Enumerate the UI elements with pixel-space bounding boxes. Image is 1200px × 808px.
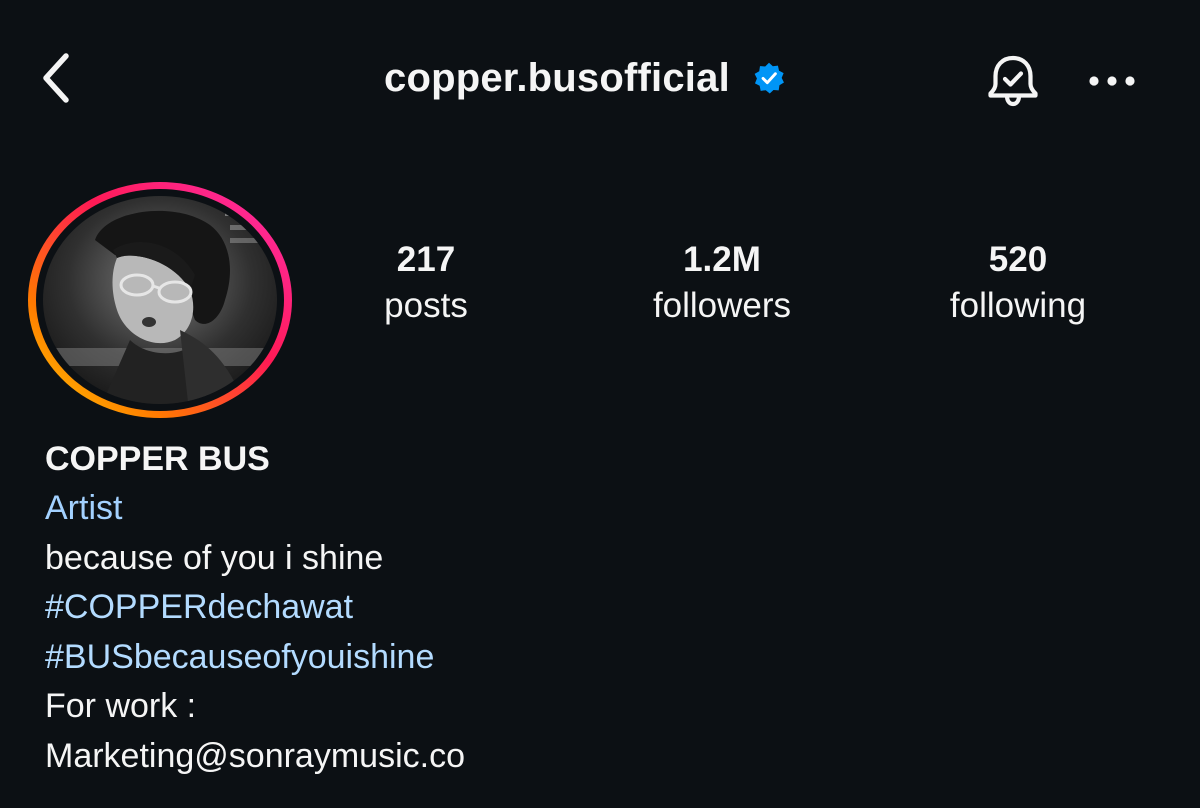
- followers-label: followers: [652, 286, 792, 325]
- profile-bio: COPPER BUS Artist because of you i shine…: [45, 434, 1145, 781]
- posts-count: 217: [396, 240, 456, 279]
- bell-check-icon: [988, 55, 1038, 107]
- following-count: 520: [988, 240, 1048, 279]
- profile-stats: 217 posts 1.2M followers 520 following: [0, 236, 1200, 336]
- more-horizontal-icon: [1089, 76, 1135, 86]
- posts-label: posts: [384, 286, 468, 325]
- following-stat[interactable]: 520 following: [908, 236, 1128, 328]
- notifications-button[interactable]: [978, 46, 1048, 116]
- followers-count: 1.2M: [683, 240, 761, 279]
- username: copper.busofficial: [384, 56, 730, 100]
- hashtag-link[interactable]: #COPPERdechawat: [45, 583, 1145, 633]
- display-name: COPPER BUS: [45, 440, 270, 478]
- bio-text: because of you i shine: [45, 538, 384, 577]
- hashtag-link[interactable]: #BUSbecauseofyouishine: [45, 633, 1145, 683]
- posts-stat[interactable]: 217 posts: [316, 236, 536, 328]
- verified-badge-icon: [754, 62, 784, 94]
- more-options-button[interactable]: [1082, 56, 1142, 106]
- bio-text: For work :: [45, 687, 197, 725]
- profile-title: copper.busofficial: [384, 48, 786, 108]
- following-label: following: [949, 286, 1087, 325]
- followers-stat[interactable]: 1.2M followers: [612, 236, 832, 328]
- chevron-left-icon: [43, 53, 69, 103]
- profile-header: copper.busofficial: [0, 0, 1200, 160]
- back-button[interactable]: [28, 46, 84, 110]
- category-label[interactable]: Artist: [45, 484, 1145, 534]
- contact-email: Marketing@sonraymusic.co: [45, 736, 465, 775]
